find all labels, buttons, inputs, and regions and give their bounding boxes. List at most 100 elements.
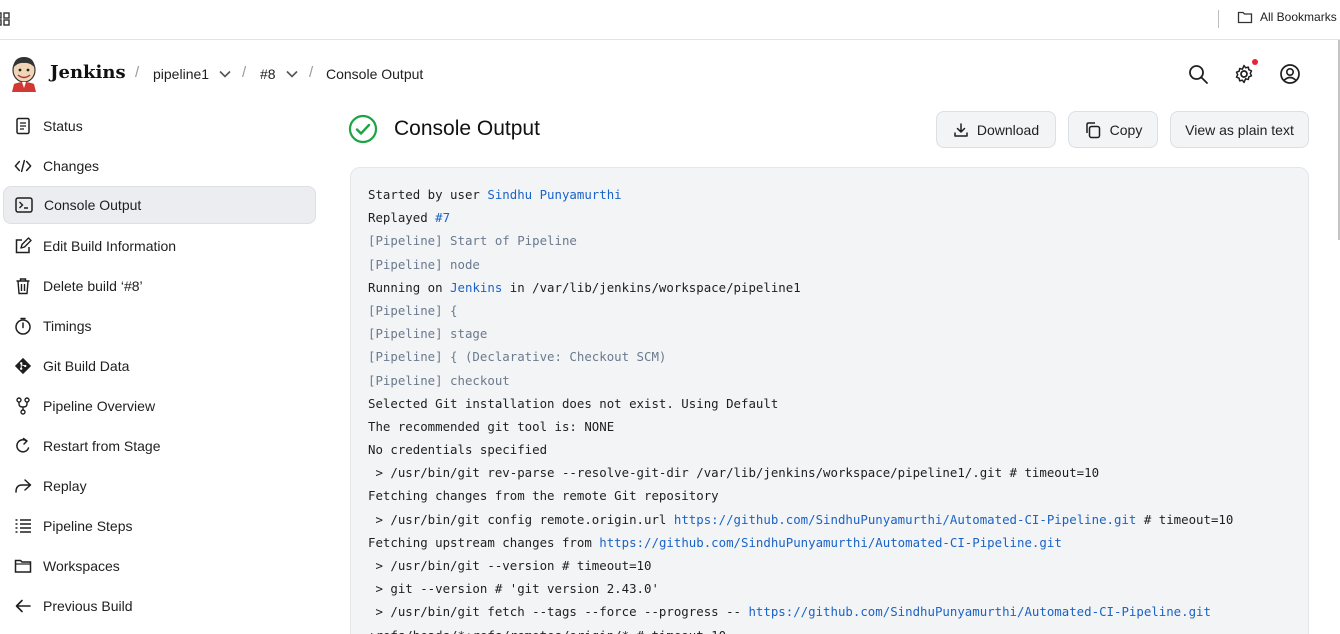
brand-title[interactable]: Jenkins bbox=[50, 62, 126, 83]
sidebar-item-timings[interactable]: Timings bbox=[3, 307, 316, 345]
console-link[interactable]: https://github.com/SindhuPunyamurthi/Aut… bbox=[599, 535, 1062, 550]
sidebar-item-label: Timings bbox=[43, 318, 92, 334]
console-text: > /usr/bin/git fetch --tags --force --pr… bbox=[368, 604, 749, 620]
breadcrumb-build-label: #8 bbox=[260, 66, 276, 82]
search-icon[interactable] bbox=[1187, 63, 1209, 85]
sidebar-item-console-output[interactable]: Console Output bbox=[3, 186, 316, 224]
jenkins-header: Jenkins / pipeline1 / #8 / Console Outpu… bbox=[0, 40, 1338, 108]
console-line: Selected Git installation does not exist… bbox=[368, 392, 1291, 415]
all-bookmarks-label: All Bookmarks bbox=[1260, 10, 1337, 24]
breadcrumb-pipeline1[interactable]: pipeline1 bbox=[153, 66, 231, 82]
timer-icon bbox=[15, 317, 31, 335]
arrow-left-icon bbox=[15, 599, 31, 613]
console-link[interactable]: https://github.com/SindhuPunyamurthi/Aut… bbox=[748, 604, 1211, 619]
replay-icon bbox=[15, 479, 32, 493]
pipeline-step-text: [Pipeline] { (Declarative: Checkout SCM) bbox=[368, 349, 667, 365]
breadcrumb-separator: / bbox=[309, 64, 314, 81]
gear-icon[interactable] bbox=[1233, 63, 1255, 85]
console-text: Started by user bbox=[368, 187, 488, 202]
console-text: > /usr/bin/git --version # timeout=10 bbox=[368, 558, 652, 573]
sidebar-item-pipeline-overview[interactable]: Pipeline Overview bbox=[3, 387, 316, 425]
console-line: > /usr/bin/git rev-parse --resolve-git-d… bbox=[368, 461, 1291, 484]
console-line: +refs/heads/*:refs/remotes/origin/* # ti… bbox=[368, 624, 1291, 634]
list-icon bbox=[15, 519, 31, 533]
copy-icon bbox=[1085, 121, 1100, 138]
bookmarks-bar: All Bookmarks bbox=[0, 0, 1340, 40]
breadcrumb-build[interactable]: #8 bbox=[260, 66, 298, 82]
console-line: Replayed #7 bbox=[368, 206, 1291, 229]
console-line: [Pipeline] Start of Pipeline bbox=[368, 229, 1291, 252]
sidebar-item-label: Edit Build Information bbox=[43, 238, 177, 254]
console-line: Fetching upstream changes from https://g… bbox=[368, 531, 1291, 554]
pipeline-step-text: [Pipeline] stage bbox=[368, 326, 488, 342]
console-output: Started by user Sindhu Punyamurthi Replay… bbox=[350, 167, 1309, 634]
folder-icon bbox=[1237, 11, 1253, 24]
sidebar-item-pipeline-steps[interactable]: Pipeline Steps bbox=[3, 507, 316, 545]
terminal-icon bbox=[15, 197, 33, 213]
sidebar-item-git-build-data[interactable]: Git Build Data bbox=[3, 347, 316, 385]
sidebar-item-restart-from-stage[interactable]: Restart from Stage bbox=[3, 427, 316, 465]
console-link[interactable]: https://github.com/SindhuPunyamurthi/Aut… bbox=[674, 512, 1137, 527]
console-text: Fetching changes from the remote Git rep… bbox=[368, 488, 719, 504]
branch-icon bbox=[16, 397, 30, 415]
sidebar-item-label: Console Output bbox=[44, 197, 142, 213]
sidebar-item-replay[interactable]: Replay bbox=[3, 467, 316, 505]
console-text: # timeout=10 bbox=[1136, 511, 1234, 527]
sidebar-item-label: Replay bbox=[43, 478, 87, 494]
pipeline-step-text: [Pipeline] node bbox=[368, 256, 480, 272]
breadcrumb-separator: / bbox=[242, 64, 247, 81]
console-link[interactable]: Sindhu Punyamurthi bbox=[487, 187, 621, 202]
sidebar-item-changes[interactable]: Changes bbox=[3, 147, 316, 185]
all-bookmarks-button[interactable]: All Bookmarks bbox=[1237, 10, 1337, 24]
sidebar-item-label: Restart from Stage bbox=[43, 438, 161, 454]
console-text: Selected Git installation does not exist… bbox=[368, 395, 779, 411]
sidebar-item-delete-build[interactable]: Delete build ‘#8’ bbox=[3, 267, 316, 305]
pipeline-step-text: [Pipeline] Start of Pipeline bbox=[368, 233, 577, 249]
download-label: Download bbox=[976, 121, 1040, 138]
jenkins-logo-icon[interactable] bbox=[8, 54, 40, 92]
console-text: +refs/heads/*:refs/remotes/origin/* # ti… bbox=[368, 628, 726, 634]
console-text: > /usr/bin/git rev-parse --resolve-git-d… bbox=[368, 465, 1100, 481]
sidebar-item-label: Delete build ‘#8’ bbox=[43, 278, 143, 294]
console-text: No credentials specified bbox=[368, 442, 548, 458]
bookmarks-separator bbox=[1218, 10, 1219, 28]
git-icon bbox=[14, 357, 32, 375]
chevron-down-icon[interactable] bbox=[286, 70, 298, 78]
copy-button[interactable]: Copy bbox=[1068, 111, 1158, 148]
sidebar-item-label: Previous Build bbox=[43, 598, 133, 614]
console-text: in /var/lib/jenkins/workspace/pipeline1 bbox=[502, 279, 801, 295]
sidebar-item-previous-build[interactable]: Previous Build bbox=[3, 587, 316, 625]
breadcrumb-pipeline1-label: pipeline1 bbox=[153, 66, 210, 82]
sidebar-item-edit-build-information[interactable]: Edit Build Information bbox=[3, 227, 316, 265]
sidebar-item-label: Pipeline Steps bbox=[43, 518, 133, 534]
console-link[interactable]: #7 bbox=[435, 210, 450, 225]
console-line: Fetching changes from the remote Git rep… bbox=[368, 484, 1291, 507]
chevron-down-icon[interactable] bbox=[219, 70, 231, 78]
document-icon bbox=[16, 117, 30, 135]
console-line: [Pipeline] checkout bbox=[368, 369, 1291, 392]
console-link[interactable]: Jenkins bbox=[450, 280, 502, 295]
console-text: Running on bbox=[368, 279, 451, 295]
console-text: Replayed bbox=[368, 210, 436, 226]
sidebar-item-label: Changes bbox=[43, 158, 100, 174]
pipeline-step-text: [Pipeline] { bbox=[368, 302, 458, 318]
view-plain-text-button[interactable]: View as plain text bbox=[1170, 111, 1309, 148]
console-line: [Pipeline] stage bbox=[368, 322, 1291, 345]
apps-grid-icon[interactable] bbox=[0, 12, 12, 26]
breadcrumb-separator: / bbox=[135, 64, 140, 81]
console-line: Running on Jenkins in /var/lib/jenkins/w… bbox=[368, 276, 1291, 299]
page-title: Console Output bbox=[394, 117, 540, 140]
user-account-icon[interactable] bbox=[1279, 63, 1301, 85]
sidebar-item-status[interactable]: Status bbox=[3, 107, 316, 145]
download-button[interactable]: Download bbox=[936, 111, 1056, 148]
view-plain-text-label: View as plain text bbox=[1185, 121, 1294, 138]
trash-icon bbox=[16, 278, 30, 295]
breadcrumb-current: Console Output bbox=[326, 66, 423, 82]
sidebar-item-label: Workspaces bbox=[43, 558, 120, 574]
console-line: The recommended git tool is: NONE bbox=[368, 415, 1291, 438]
folder-icon bbox=[14, 559, 32, 573]
sidebar-item-workspaces[interactable]: Workspaces bbox=[3, 547, 316, 585]
restart-icon bbox=[16, 437, 30, 453]
console-text: > /usr/bin/git config remote.origin.url bbox=[368, 511, 674, 527]
console-line: [Pipeline] { bbox=[368, 299, 1291, 322]
